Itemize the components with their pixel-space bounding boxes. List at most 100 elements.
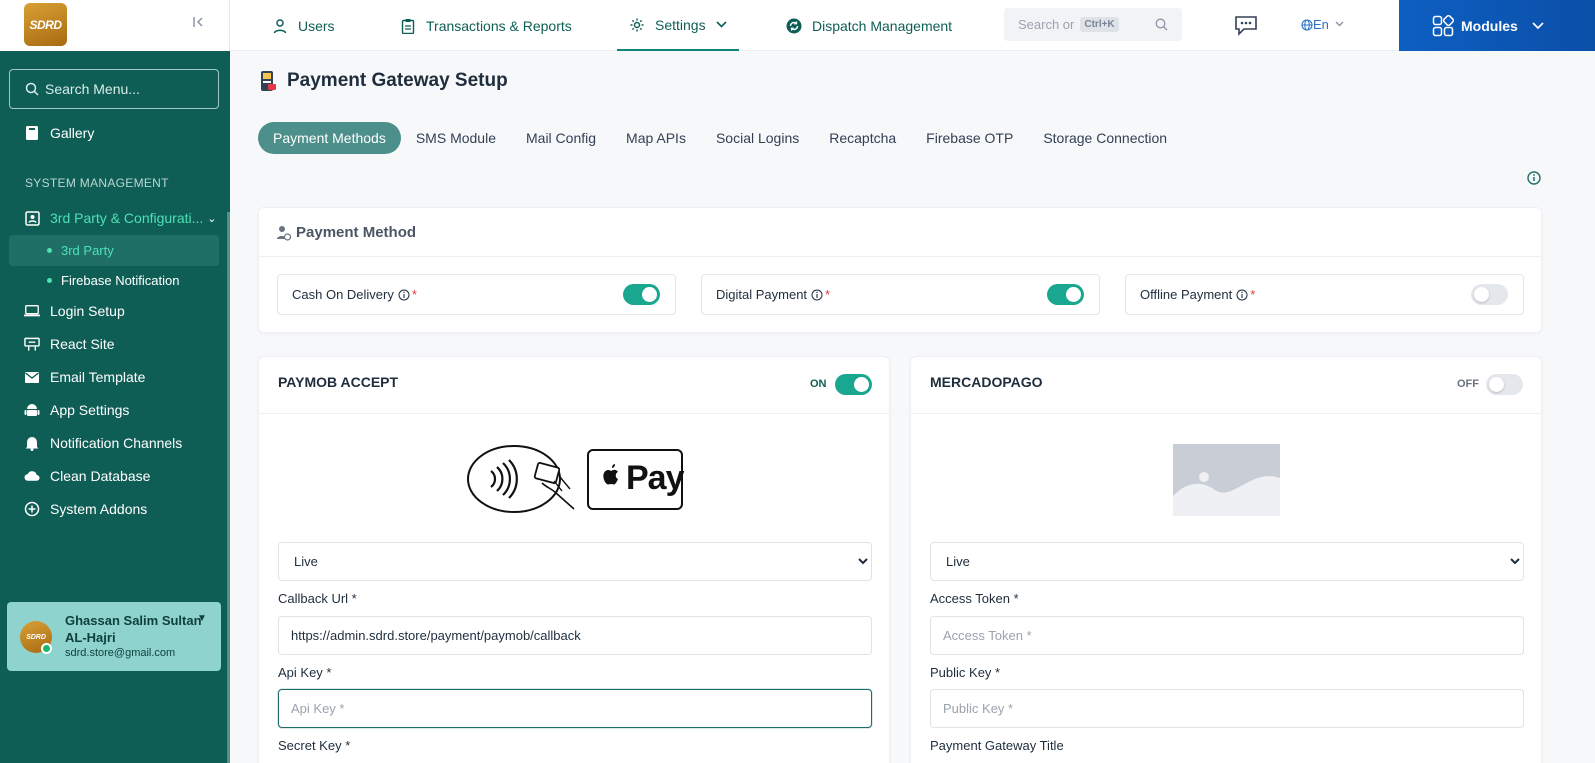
sidebar-header: SDRD — [0, 0, 230, 51]
info-icon[interactable] — [811, 289, 823, 301]
search-icon — [25, 82, 39, 96]
chevron-down-icon — [716, 19, 727, 31]
modules-button[interactable]: Modules — [1399, 0, 1595, 51]
sidebar-search-input[interactable] — [45, 81, 205, 97]
billboard-icon — [24, 336, 40, 352]
sidebar-item-label: Gallery — [50, 125, 95, 141]
top-navbar: Users Transactions & Reports Settings Di… — [230, 0, 1595, 51]
required-marker: * — [411, 287, 417, 302]
sidebar-item-label: App Settings — [50, 402, 130, 418]
refresh-circle-icon — [786, 18, 802, 33]
payment-method-card: Payment Method Cash On Delivery * Digita… — [258, 207, 1542, 333]
nav-label: Transactions & Reports — [426, 17, 572, 34]
sidebar-scrollbar[interactable] — [227, 212, 230, 763]
gateway-status: OFF — [1457, 378, 1479, 390]
cash-on-delivery-toggle[interactable] — [623, 284, 660, 305]
sidebar-group-3rd-party[interactable]: 3rd Party & Configurati... ⌄ — [9, 203, 219, 233]
bullet-icon — [47, 278, 52, 283]
chevron-down-icon: ⌄ — [207, 212, 217, 225]
page-title: Payment Gateway Setup — [259, 70, 508, 92]
sidebar-item-email-template[interactable]: Email Template — [9, 362, 219, 392]
sidebar-item-system-addons[interactable]: System Addons — [9, 494, 219, 524]
user-profile-card[interactable]: SDRD Ghassan Salim Sultan AL-Hajri sdrd.… — [7, 602, 221, 671]
sidebar-subitem-firebase-notification[interactable]: Firebase Notification — [9, 265, 219, 296]
sidebar-subitem-label: 3rd Party — [61, 243, 114, 258]
info-icon[interactable] — [1236, 289, 1248, 301]
sidebar-item-react-site[interactable]: React Site — [9, 329, 219, 359]
gear-icon — [630, 18, 644, 31]
user-email: sdrd.store@gmail.com — [65, 647, 176, 659]
language-label: En — [1313, 17, 1329, 32]
divider — [259, 256, 1541, 257]
paymob-mode-select[interactable]: Live — [278, 542, 872, 581]
info-icon[interactable] — [1527, 171, 1541, 185]
bell-icon — [24, 435, 40, 451]
modules-label: Modules — [1461, 17, 1518, 34]
sidebar-item-gallery[interactable]: Gallery — [9, 118, 219, 148]
sidebar-item-label: React Site — [50, 336, 115, 352]
sidebar-item-notification-channels[interactable]: Notification Channels — [9, 428, 219, 458]
option-label: Digital Payment — [716, 287, 808, 302]
sidebar-item-label: Clean Database — [50, 468, 151, 484]
tab-recaptcha[interactable]: Recaptcha — [814, 122, 911, 154]
apple-pay-text: Pay — [626, 459, 684, 497]
online-status-dot — [41, 643, 52, 654]
sidebar-subitem-3rd-party[interactable]: 3rd Party — [9, 235, 219, 266]
nav-dispatch-management[interactable]: Dispatch Management — [786, 0, 952, 51]
nav-settings[interactable]: Settings — [617, 0, 739, 51]
payment-terminal-icon — [261, 71, 276, 91]
cloud-icon — [24, 468, 40, 484]
public-key-input[interactable] — [930, 689, 1524, 728]
nav-transactions-reports[interactable]: Transactions & Reports — [400, 0, 572, 51]
language-selector[interactable]: En — [1301, 17, 1344, 32]
tab-map-apis[interactable]: Map APIs — [611, 122, 701, 154]
tab-firebase-otp[interactable]: Firebase OTP — [911, 122, 1028, 154]
sidebar-item-clean-database[interactable]: Clean Database — [9, 461, 219, 491]
nav-users[interactable]: Users — [272, 0, 335, 51]
access-token-input[interactable] — [930, 616, 1524, 655]
sidebar: SDRD Gallery SYSTEM MANAGEMENT 3rd Party… — [0, 0, 230, 763]
shortcut-badge: Ctrl+K — [1080, 17, 1119, 32]
sidebar-search[interactable] — [9, 69, 219, 109]
info-icon[interactable] — [398, 289, 410, 301]
nav-label: Users — [298, 17, 335, 34]
callback-url-input[interactable] — [278, 616, 872, 655]
tab-social-logins[interactable]: Social Logins — [701, 122, 814, 154]
offline-payment-toggle[interactable] — [1471, 284, 1508, 305]
chevron-down-icon — [1532, 19, 1544, 33]
sidebar-item-label: Email Template — [50, 369, 146, 385]
callback-url-label: Callback Url * — [278, 591, 357, 606]
secret-key-label: Secret Key * — [278, 738, 351, 753]
collapse-sidebar-icon[interactable] — [190, 15, 206, 33]
user-name: Ghassan Salim Sultan AL-Hajri — [65, 613, 202, 645]
divider — [911, 413, 1541, 414]
divider — [259, 413, 889, 414]
chevron-down-icon — [1335, 19, 1344, 30]
digital-payment-toggle[interactable] — [1047, 284, 1084, 305]
page-title-text: Payment Gateway Setup — [287, 70, 508, 91]
sidebar-item-app-settings[interactable]: App Settings — [9, 395, 219, 425]
tab-storage-connection[interactable]: Storage Connection — [1028, 122, 1182, 154]
tab-mail-config[interactable]: Mail Config — [511, 122, 611, 154]
option-label: Offline Payment — [1140, 287, 1233, 302]
sidebar-group-label: 3rd Party & Configurati... — [50, 210, 204, 226]
sidebar-item-label: Login Setup — [50, 303, 125, 319]
required-marker: * — [825, 287, 831, 302]
mercadopago-toggle[interactable] — [1486, 374, 1523, 395]
caret-down-icon[interactable]: ▼ — [197, 613, 207, 624]
plus-circle-icon — [24, 501, 40, 517]
gateway-title: MERCADOPAGO — [930, 374, 1043, 390]
global-search-placeholder: Search or — [1018, 17, 1075, 32]
bullet-icon — [47, 248, 52, 253]
brand-logo[interactable]: SDRD — [24, 3, 67, 46]
mercadopago-mode-select[interactable]: Live — [930, 542, 1524, 581]
chat-icon[interactable] — [1233, 13, 1259, 37]
tab-sms-module[interactable]: SMS Module — [401, 122, 511, 154]
tab-payment-methods[interactable]: Payment Methods — [258, 122, 401, 154]
global-search[interactable]: Search or Ctrl+K — [1004, 8, 1182, 41]
sidebar-item-login-setup[interactable]: Login Setup — [9, 296, 219, 326]
option-label: Cash On Delivery — [292, 287, 394, 302]
api-key-input[interactable] — [278, 689, 872, 728]
paymob-toggle[interactable] — [835, 374, 872, 395]
mail-icon — [24, 369, 40, 385]
